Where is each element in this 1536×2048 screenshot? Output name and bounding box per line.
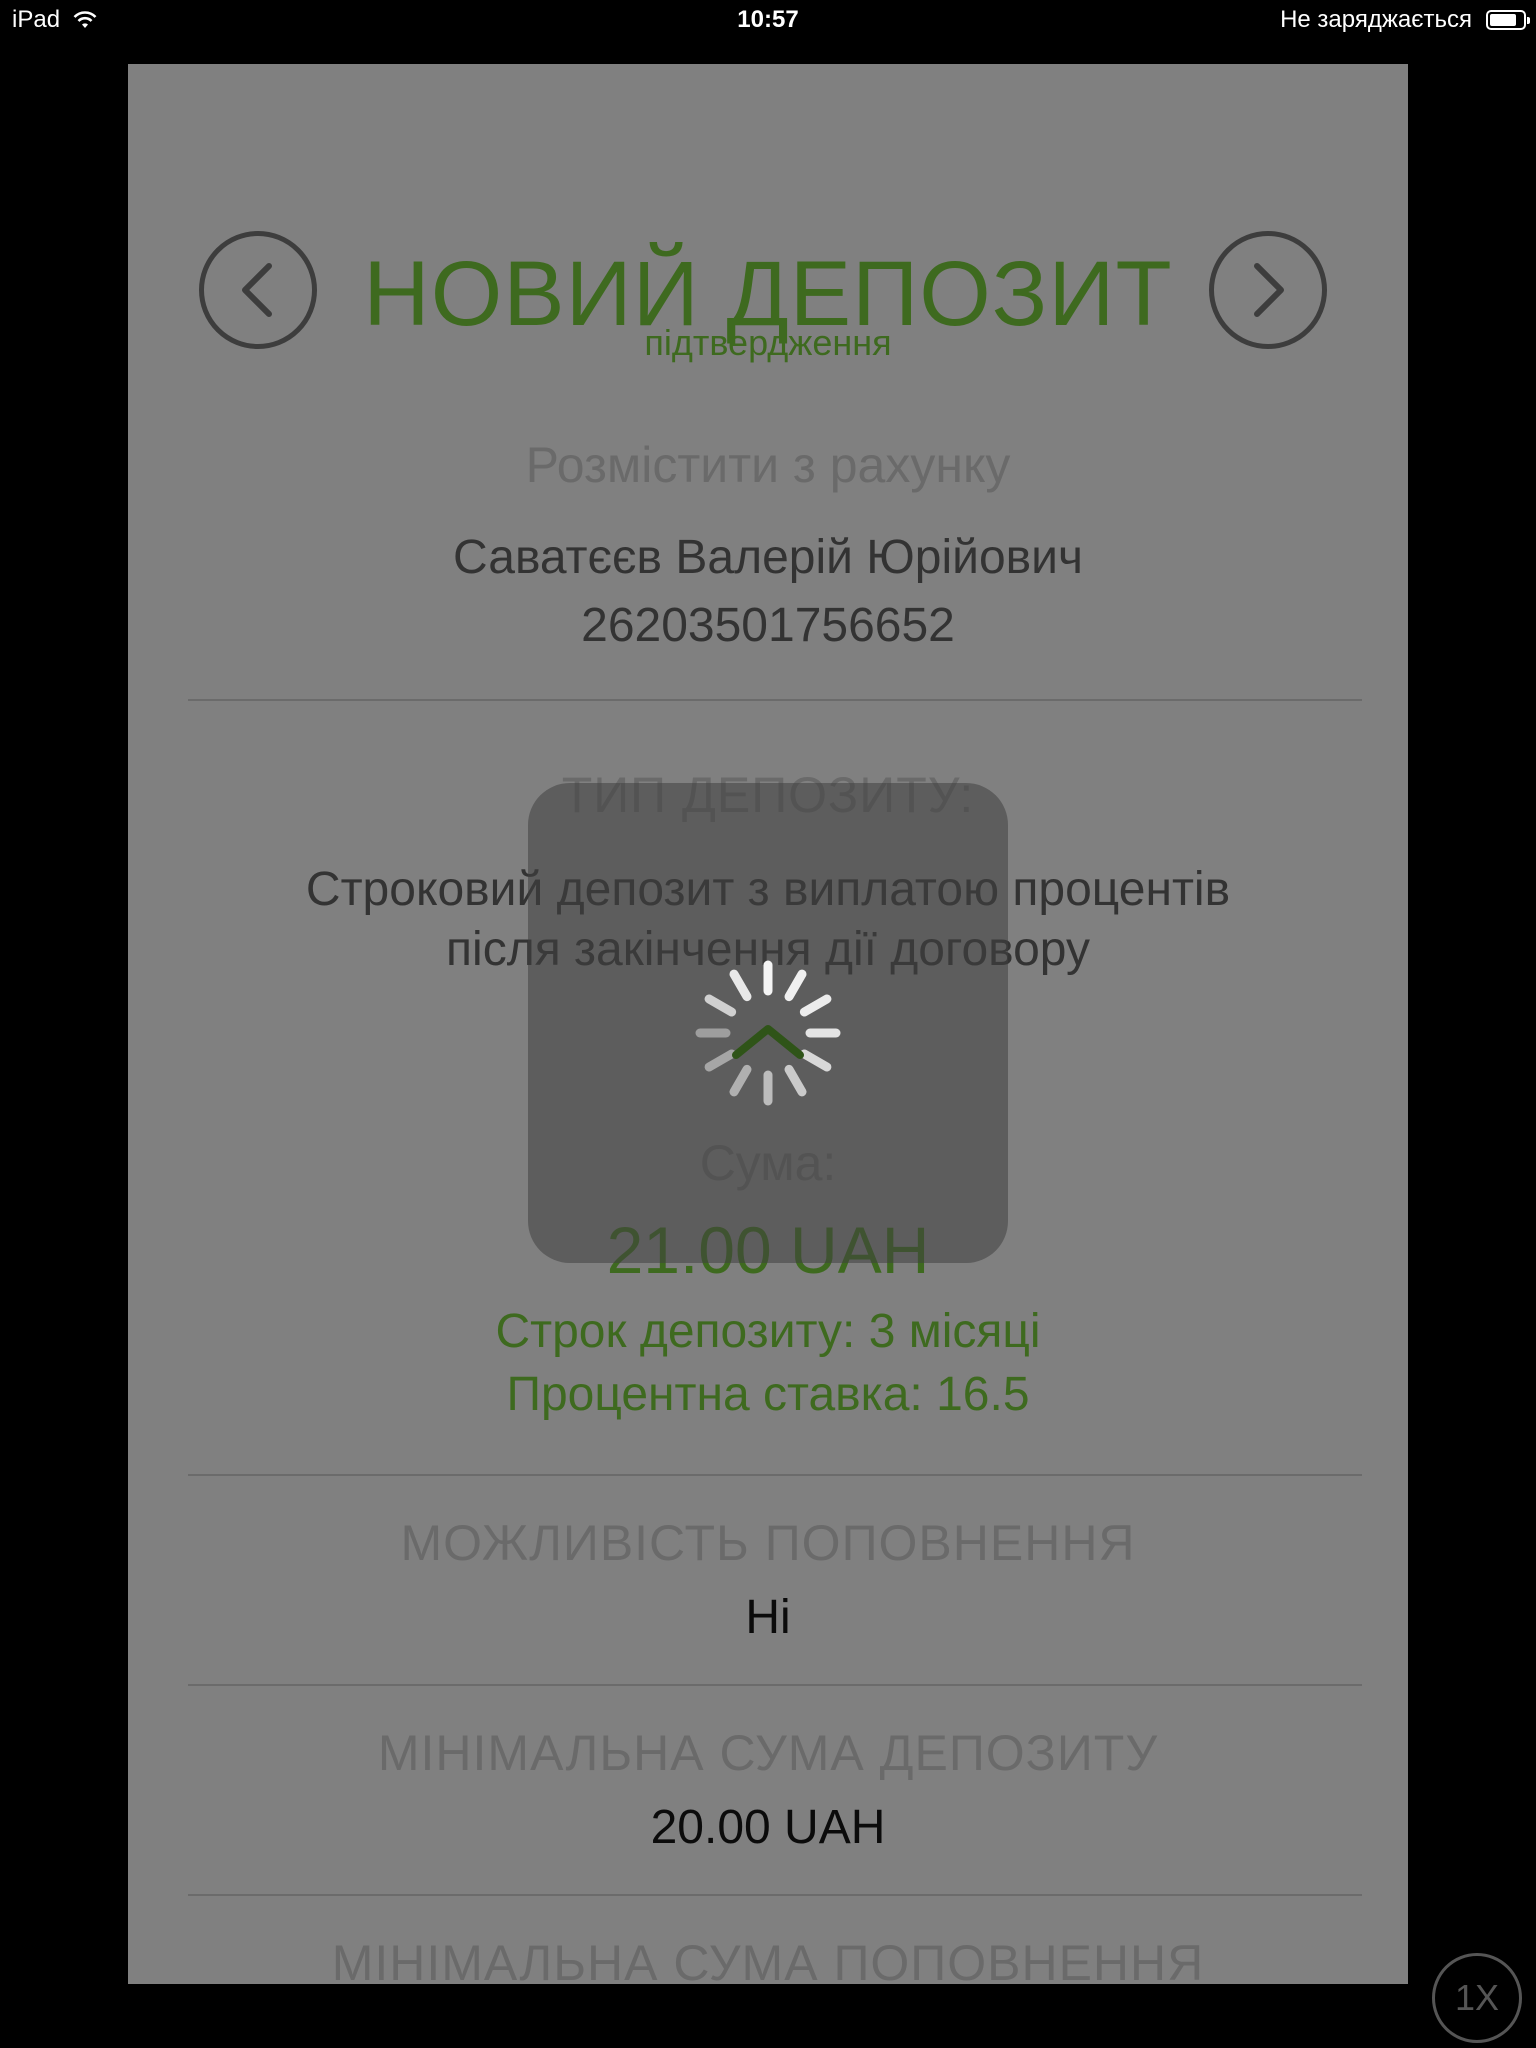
account-label: Розмістити з рахунку — [525, 437, 1011, 493]
account-owner: Саватєєв Валерій Юрійович — [453, 531, 1083, 584]
interest-rate: Процентна ставка: 16.5 — [506, 1368, 1030, 1421]
battery-icon — [1486, 10, 1530, 30]
min-deposit-label: МІНІМАЛЬНА СУМА ДЕПОЗИТУ — [377, 1725, 1159, 1781]
divider — [188, 1474, 1362, 1476]
page-subtitle: підтвердження — [644, 322, 892, 363]
account-number: 26203501756652 — [581, 599, 955, 652]
header: НОВИЙ ДЕПОЗИТ — [128, 164, 1408, 349]
chevron-right-icon — [1254, 263, 1284, 317]
divider — [188, 699, 1362, 701]
min-deposit-value: 20.00 UAH — [650, 1801, 886, 1854]
replenishment-label: МОЖЛИВІСТЬ ПОПОВНЕННЯ — [400, 1515, 1136, 1571]
status-bar-right: Не заряджається — [1280, 6, 1530, 34]
loading-spinner-icon — [695, 960, 841, 1106]
min-replenishment-label: МІНІМАЛЬНА СУМА ПОПОВНЕННЯ — [331, 1935, 1205, 1984]
deposit-term: Строк депозиту: 3 місяці — [495, 1305, 1041, 1358]
replenishment-value: Ні — [745, 1591, 791, 1644]
divider — [188, 1684, 1362, 1686]
speed-toggle-button[interactable]: 1X — [1432, 1953, 1522, 2043]
divider — [188, 1894, 1362, 1896]
status-bar: iPad 10:57 Не заряджається — [0, 0, 1536, 42]
charging-status: Не заряджається — [1280, 6, 1472, 33]
